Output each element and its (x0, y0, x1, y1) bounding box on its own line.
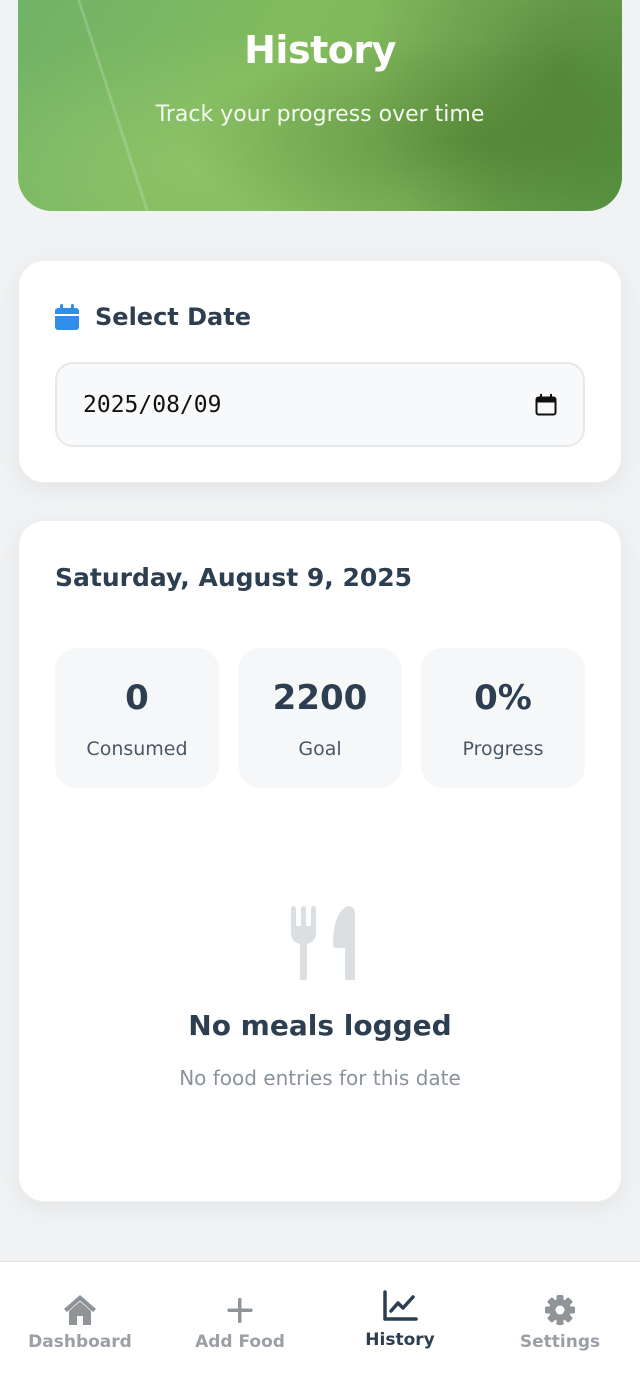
nav-label: History (365, 1330, 435, 1350)
calendar-picker-icon[interactable] (535, 393, 557, 416)
stats-row: 0 Consumed 2200 Goal 0% Progress (55, 648, 585, 788)
page-subtitle: Track your progress over time (155, 102, 485, 127)
summary-date-heading: Saturday, August 9, 2025 (55, 563, 413, 592)
plus-icon (222, 1292, 258, 1328)
date-selector-title: Select Date (95, 303, 251, 331)
stat-label: Progress (462, 738, 544, 760)
nav-dashboard[interactable]: Dashboard (0, 1262, 160, 1387)
stat-value: 0 (125, 678, 149, 718)
stat-value: 2200 (272, 678, 368, 718)
chart-line-icon (382, 1288, 418, 1324)
nav-label: Dashboard (28, 1332, 132, 1352)
empty-state-title: No meals logged (188, 1009, 452, 1042)
hero-header: History Track your progress over time (18, 0, 622, 211)
date-selector-header: Select Date (55, 303, 251, 331)
stat-label: Goal (298, 738, 342, 760)
date-input[interactable]: 2025/08/09 (55, 362, 585, 447)
date-selector-card: Select Date 2025/08/09 (18, 260, 622, 483)
nav-settings[interactable]: Settings (480, 1262, 640, 1387)
bottom-nav: Dashboard Add Food History Settings (0, 1261, 640, 1387)
empty-state-text: No food entries for this date (179, 1066, 461, 1090)
nav-add-food[interactable]: Add Food (160, 1262, 320, 1387)
gear-icon (542, 1292, 578, 1328)
stat-label: Consumed (86, 738, 188, 760)
stat-goal: 2200 Goal (238, 648, 402, 788)
stat-progress: 0% Progress (421, 648, 585, 788)
stat-consumed: 0 Consumed (55, 648, 219, 788)
nav-label: Settings (519, 1332, 601, 1352)
stat-value: 0% (474, 678, 532, 718)
history-page: History Track your progress over time Se… (0, 0, 640, 1387)
calendar-icon (55, 304, 79, 330)
home-icon (62, 1292, 98, 1328)
daily-summary-card: Saturday, August 9, 2025 0 Consumed 2200… (18, 520, 622, 1202)
date-input-value: 2025/08/09 (83, 391, 222, 418)
utensils-icon (289, 906, 355, 980)
page-title: History (244, 28, 396, 72)
nav-history[interactable]: History (320, 1262, 480, 1387)
nav-label: Add Food (195, 1332, 285, 1352)
